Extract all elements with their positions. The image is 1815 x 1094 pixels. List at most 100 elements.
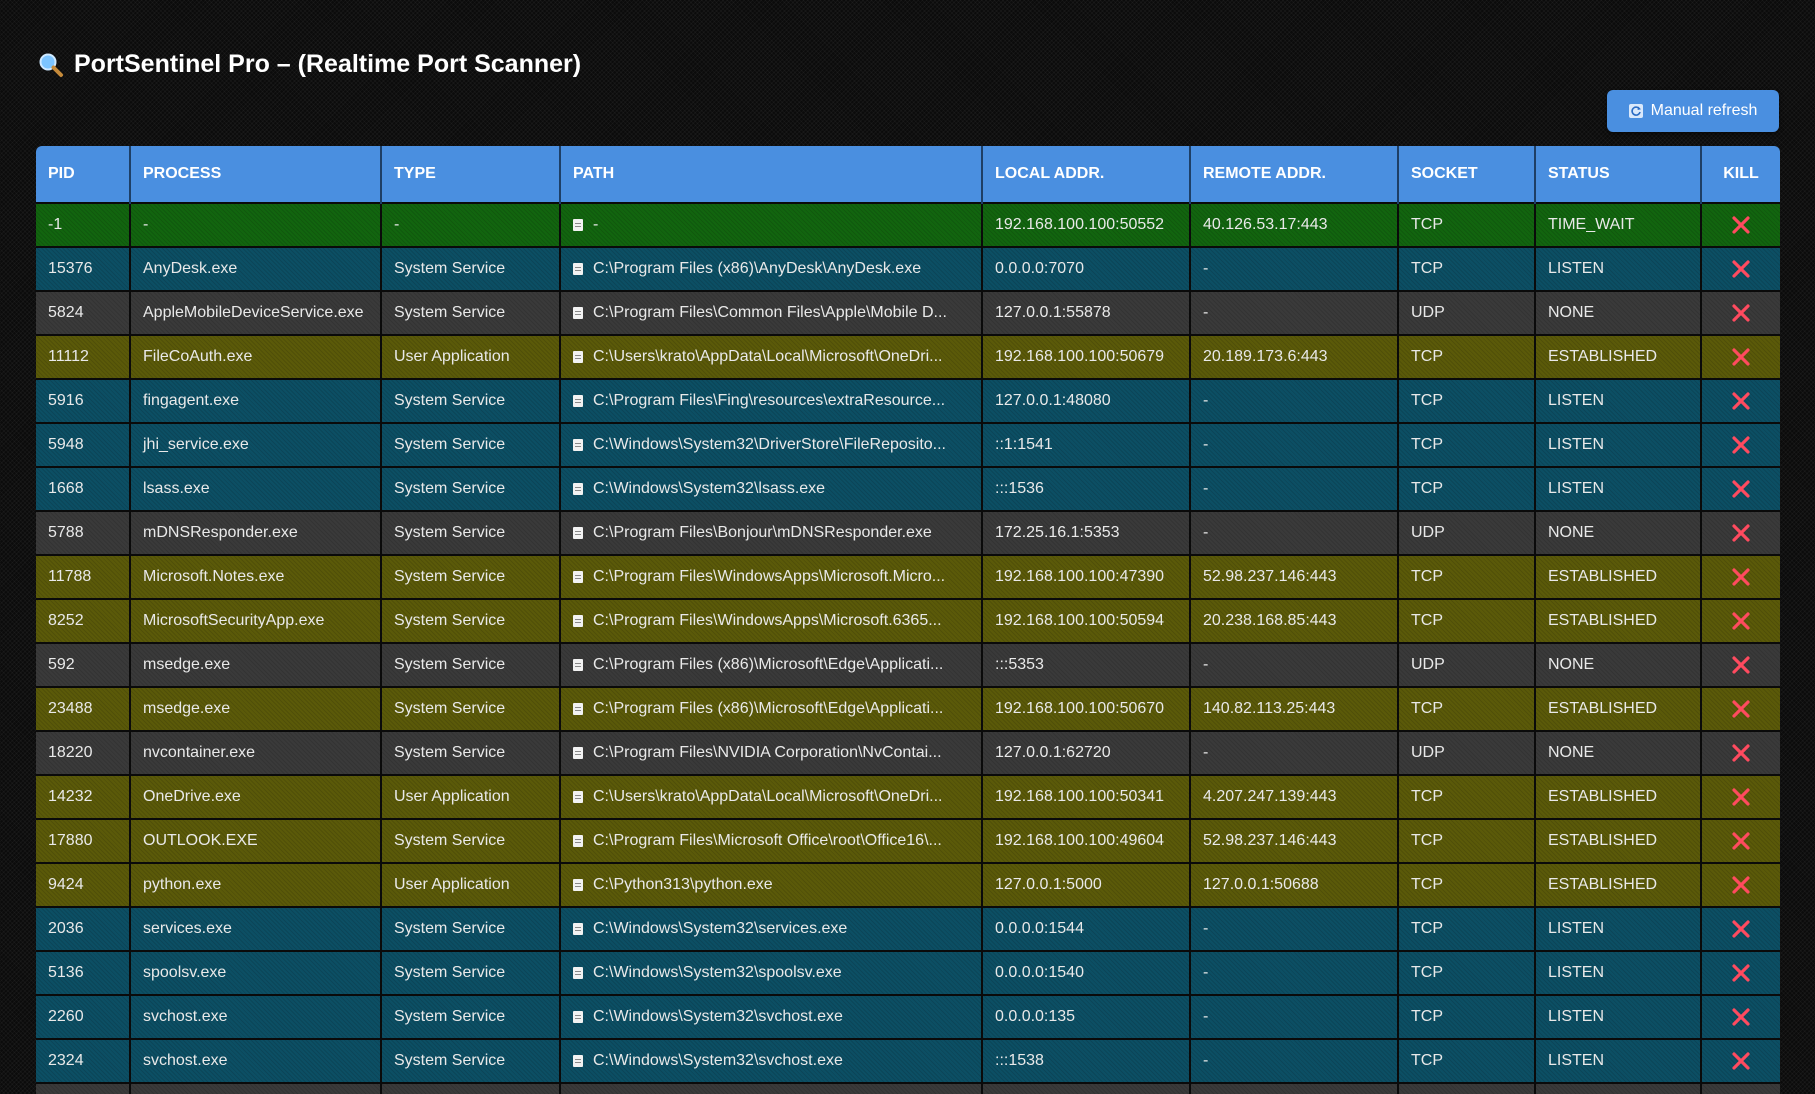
kill-icon[interactable] xyxy=(1730,918,1752,940)
status-cell: LISTEN xyxy=(1535,950,1702,995)
table-row[interactable]: 5916 fingagent.exe System Service C:\Progra… xyxy=(36,378,1780,423)
file-icon xyxy=(573,307,583,319)
table-row[interactable]: 14232 OneDrive.exe User Application C:\User… xyxy=(36,774,1780,819)
kill-cell xyxy=(1701,818,1780,863)
path-wrapper: - xyxy=(573,216,980,234)
path-cell: C:\Program Files\NVIDIA Corporation\NvCo… xyxy=(560,730,983,775)
type-cell: System Service xyxy=(381,290,561,335)
pid-cell: 11112 xyxy=(36,334,131,379)
table-row[interactable]: 2260 svchost.exe System Service C:\Windows\… xyxy=(36,994,1780,1039)
table-row[interactable]: 5948 jhi_service.exe System Service C:\Wind… xyxy=(36,422,1780,467)
process-cell: mDNSResponder.exe xyxy=(130,510,382,555)
table-row[interactable]: 1668 lsass.exe System Service C:\Windows\Sy… xyxy=(36,466,1780,511)
table-row[interactable]: 17880 OUTLOOK.EXE System Service C:\Program… xyxy=(36,818,1780,863)
table-row[interactable]: 592 msedge.exe System Service C:\Program Fi… xyxy=(36,642,1780,687)
path-cell: C:\Program Files (x86)\AnyDesk\AnyDesk.e… xyxy=(560,246,983,291)
column-header-status[interactable]: STATUS xyxy=(1535,146,1702,203)
status-cell: ESTABLISHED xyxy=(1535,862,1702,907)
ports-table-container[interactable]: PID PROCESS TYPE PATH LOCAL ADDR. REMOTE… xyxy=(36,146,1780,1094)
table-row[interactable]: 11112 FileCoAuth.exe User Application C:\Us… xyxy=(36,334,1780,379)
column-header-kill[interactable]: KILL xyxy=(1701,146,1780,203)
kill-icon[interactable] xyxy=(1730,742,1752,764)
table-row[interactable]: 2324 svchost.exe System Service C:\Windows\… xyxy=(36,1038,1780,1083)
column-header-type[interactable]: TYPE xyxy=(381,146,561,203)
table-row[interactable] xyxy=(36,1082,1780,1094)
type-cell: System Service xyxy=(381,378,561,423)
table-row[interactable]: 18220 nvcontainer.exe System Service C:\Pro… xyxy=(36,730,1780,775)
column-header-process[interactable]: PROCESS xyxy=(130,146,382,203)
remote-addr-cell: 127.0.0.1:50688 xyxy=(1190,862,1399,907)
kill-icon[interactable] xyxy=(1730,522,1752,544)
manual-refresh-button[interactable]: Manual refresh xyxy=(1607,90,1779,132)
pid-cell: 592 xyxy=(36,642,131,687)
path-wrapper: C:\Program Files\Bonjour\mDNSResponder.e… xyxy=(573,524,980,542)
table-row[interactable]: 11788 Microsoft.Notes.exe System Service C:… xyxy=(36,554,1780,599)
remote-addr-cell: - xyxy=(1190,422,1399,467)
table-row[interactable]: 2036 services.exe System Service C:\Windows… xyxy=(36,906,1780,951)
table-row[interactable]: 9424 python.exe User Application C:\Python3… xyxy=(36,862,1780,907)
process-cell: svchost.exe xyxy=(130,1038,382,1083)
kill-icon[interactable] xyxy=(1730,214,1752,236)
socket-cell: TCP xyxy=(1398,994,1536,1039)
local-addr-cell xyxy=(982,1082,1191,1094)
status-cell: NONE xyxy=(1535,290,1702,335)
socket-cell: UDP xyxy=(1398,642,1536,687)
table-row[interactable]: 23488 msedge.exe System Service C:\Program … xyxy=(36,686,1780,731)
pid-cell: 9424 xyxy=(36,862,131,907)
path-text: C:\Python313\python.exe xyxy=(593,876,773,893)
remote-addr-cell xyxy=(1190,1082,1399,1094)
file-icon xyxy=(573,439,583,451)
kill-icon[interactable] xyxy=(1730,874,1752,896)
kill-cell xyxy=(1701,906,1780,951)
path-wrapper: C:\Program Files\WindowsApps\Microsoft.6… xyxy=(573,612,980,630)
kill-cell xyxy=(1701,730,1780,775)
column-header-remote-addr[interactable]: REMOTE ADDR. xyxy=(1190,146,1399,203)
table-row[interactable]: 15376 AnyDesk.exe System Service C:\Program… xyxy=(36,246,1780,291)
table-row[interactable]: 8252 MicrosoftSecurityApp.exe System Servi… xyxy=(36,598,1780,643)
kill-icon[interactable] xyxy=(1730,786,1752,808)
kill-icon[interactable] xyxy=(1730,346,1752,368)
column-header-local-addr[interactable]: LOCAL ADDR. xyxy=(982,146,1191,203)
kill-icon[interactable] xyxy=(1730,1050,1752,1072)
kill-icon[interactable] xyxy=(1730,1006,1752,1028)
kill-icon[interactable] xyxy=(1730,610,1752,632)
pid-cell: 5948 xyxy=(36,422,131,467)
manual-refresh-label: Manual refresh xyxy=(1650,102,1758,119)
type-cell: System Service xyxy=(381,1038,561,1083)
kill-icon[interactable] xyxy=(1730,302,1752,324)
table-row[interactable]: 5788 mDNSResponder.exe System Service C:\Pr… xyxy=(36,510,1780,555)
path-wrapper: C:\Windows\System32\svchost.exe xyxy=(573,1052,980,1070)
pid-cell: 8252 xyxy=(36,598,131,643)
path-text: C:\Program Files\Common Files\Apple\Mobi… xyxy=(593,304,947,321)
file-icon xyxy=(573,747,583,759)
table-row[interactable]: -1- - -192.168.100.100:50552 40.126.53.17:4… xyxy=(36,202,1780,247)
kill-icon[interactable] xyxy=(1730,434,1752,456)
table-row[interactable]: 5136 spoolsv.exe System Service C:\Windows\… xyxy=(36,950,1780,995)
path-cell: C:\Windows\System32\spoolsv.exe xyxy=(560,950,983,995)
path-text: C:\Program Files\WindowsApps\Microsoft.M… xyxy=(593,568,946,585)
column-header-socket[interactable]: SOCKET xyxy=(1398,146,1536,203)
type-cell: User Application xyxy=(381,774,561,819)
kill-icon[interactable] xyxy=(1730,478,1752,500)
path-text: C:\Users\krato\AppData\Local\Microsoft\O… xyxy=(593,348,943,365)
kill-icon[interactable] xyxy=(1730,258,1752,280)
type-cell: System Service xyxy=(381,598,561,643)
kill-icon[interactable] xyxy=(1730,654,1752,676)
kill-icon[interactable] xyxy=(1730,566,1752,588)
socket-cell: TCP xyxy=(1398,818,1536,863)
kill-icon[interactable] xyxy=(1730,962,1752,984)
file-icon xyxy=(573,703,583,715)
remote-addr-cell: 20.238.168.85:443 xyxy=(1190,598,1399,643)
table-row[interactable]: 5824 AppleMobileDeviceService.exe System S… xyxy=(36,290,1780,335)
kill-icon[interactable] xyxy=(1730,390,1752,412)
socket-cell: TCP xyxy=(1398,466,1536,511)
pid-cell: 11788 xyxy=(36,554,131,599)
column-header-path[interactable]: PATH xyxy=(560,146,983,203)
kill-icon[interactable] xyxy=(1730,698,1752,720)
local-addr-cell: 0.0.0.0:7070 xyxy=(982,246,1191,291)
path-wrapper: C:\Program Files (x86)\AnyDesk\AnyDesk.e… xyxy=(573,260,980,278)
kill-cell xyxy=(1701,290,1780,335)
file-icon xyxy=(573,483,583,495)
kill-icon[interactable] xyxy=(1730,830,1752,852)
column-header-pid[interactable]: PID xyxy=(36,146,131,203)
